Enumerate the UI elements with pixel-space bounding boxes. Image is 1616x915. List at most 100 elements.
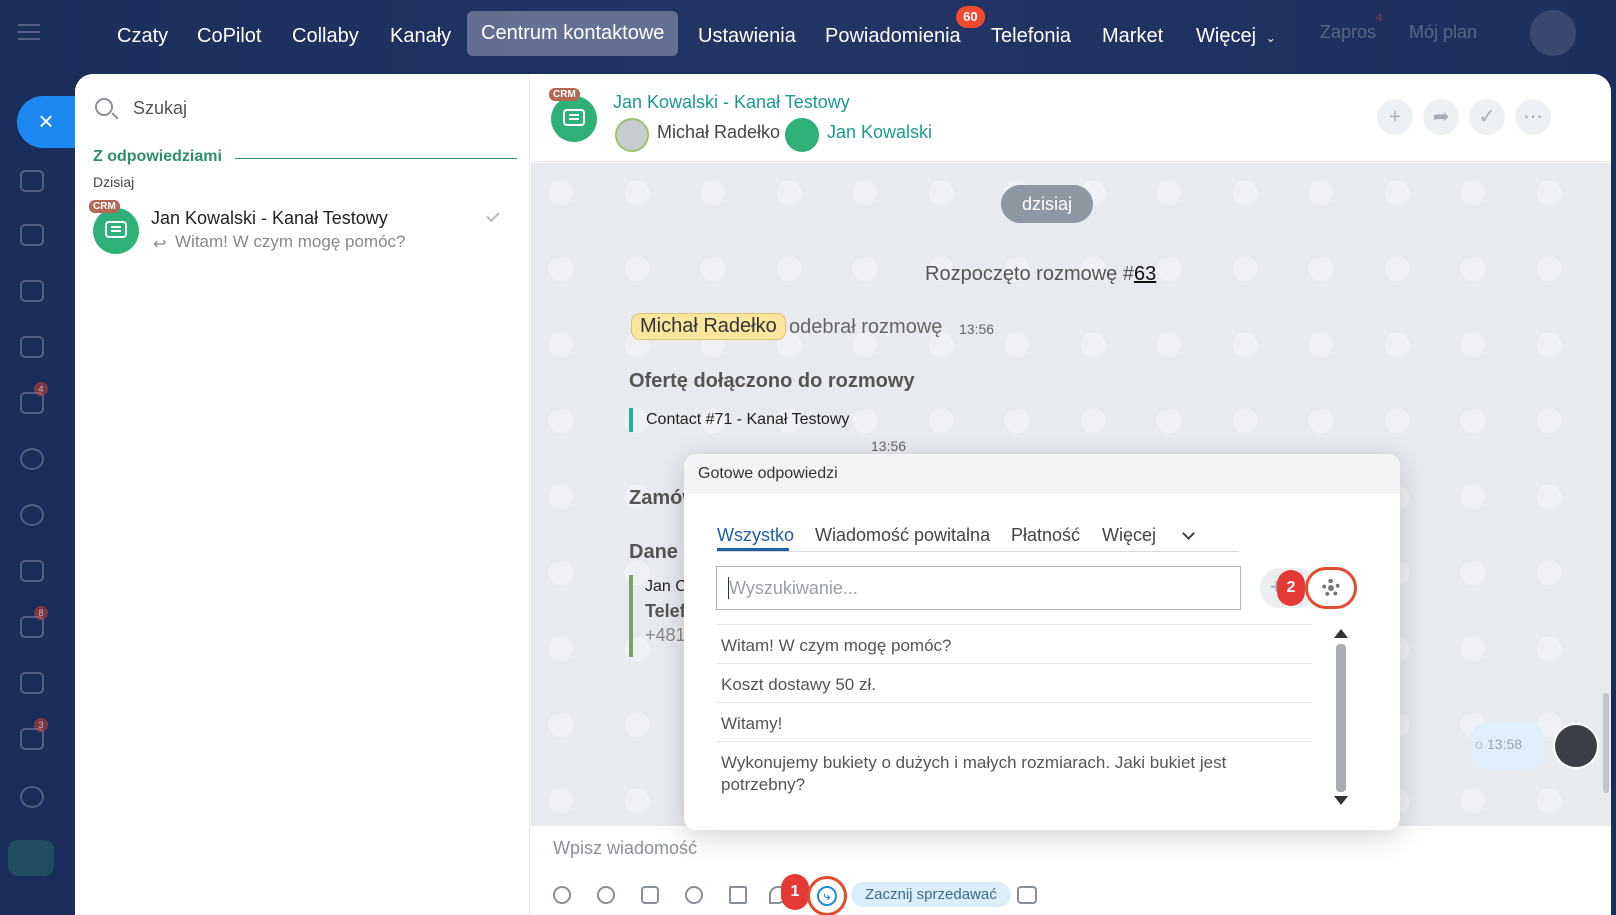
emoji-icon[interactable] bbox=[685, 886, 703, 904]
close-button[interactable]: × bbox=[17, 96, 75, 148]
id-card-badge: 3 bbox=[34, 718, 48, 732]
nav-centrum-kontaktowe[interactable]: Centrum kontaktowe bbox=[467, 11, 679, 56]
attach-icon[interactable] bbox=[553, 886, 571, 904]
scroll-up-arrow[interactable] bbox=[1334, 629, 1348, 638]
nav-telefonia[interactable]: Telefonia bbox=[991, 18, 1071, 54]
invite-badge: 4 bbox=[1376, 12, 1383, 24]
document-icon[interactable] bbox=[20, 336, 44, 358]
offer-title: Ofertę dołączono do rozmowy bbox=[629, 370, 915, 392]
outgoing-message: o 13:58 bbox=[1471, 723, 1543, 769]
gear-icon[interactable] bbox=[20, 786, 44, 808]
popup-header: Gotowe odpowiedzi bbox=[684, 454, 1400, 494]
list-divider bbox=[717, 741, 1312, 742]
chat-search-input[interactable]: Szukaj bbox=[133, 98, 187, 119]
nav-collaby[interactable]: Collaby bbox=[292, 18, 359, 54]
nav-wiecej-label: Więcej bbox=[1196, 25, 1257, 47]
step-badge-1: 1 bbox=[781, 874, 809, 910]
section-title: Z odpowiedziami bbox=[93, 148, 222, 165]
tab-platnosc[interactable]: Płatność bbox=[1011, 525, 1080, 546]
my-plan-link[interactable]: Mój plan bbox=[1409, 22, 1477, 43]
operator-name-chip[interactable]: Michał Radełko bbox=[631, 313, 786, 340]
date-chip: dzisiaj bbox=[1001, 185, 1093, 223]
reply-item[interactable]: Wykonujemy bukiety o dużych i małych roz… bbox=[721, 752, 1281, 796]
board-icon[interactable] bbox=[20, 560, 44, 582]
circle-icon[interactable] bbox=[20, 504, 44, 526]
popup-scrollbar[interactable] bbox=[1336, 644, 1346, 792]
nav-copilot[interactable]: CoPilot bbox=[197, 18, 261, 54]
card-icon[interactable] bbox=[20, 280, 44, 302]
main-card: Szukaj Z odpowiedziami Dzisiaj CRM Jan K… bbox=[75, 74, 1611, 915]
list-divider bbox=[717, 663, 1312, 664]
conversation-number-link[interactable]: 63 bbox=[1134, 263, 1156, 285]
profile-avatar[interactable] bbox=[1530, 10, 1576, 56]
add-user-button[interactable]: + bbox=[1377, 99, 1413, 135]
operator-message-avatar bbox=[1553, 723, 1599, 769]
outgoing-message-text: o bbox=[1475, 736, 1483, 752]
conversation-started: Rozpoczęto rozmowę #63 bbox=[925, 263, 1156, 286]
chat-last-message: Witam! W czym mogę pomóc? bbox=[175, 232, 406, 251]
mail-badge: 4 bbox=[34, 382, 48, 396]
nav-ustawienia[interactable]: Ustawienia bbox=[698, 18, 796, 54]
message-time: 13:58 bbox=[1487, 736, 1523, 752]
calendar-icon[interactable] bbox=[20, 672, 44, 694]
nav-kanaly[interactable]: Kanały bbox=[390, 18, 451, 54]
tasks-icon[interactable] bbox=[20, 224, 44, 246]
lightning-icon: ⤷ bbox=[817, 886, 837, 906]
chevron-down-icon[interactable] bbox=[1182, 527, 1195, 540]
reply-item[interactable]: Koszt dostawy 50 zł. bbox=[721, 674, 1281, 696]
crm-tag: CRM bbox=[549, 88, 580, 101]
nav-czaty[interactable]: Czaty bbox=[117, 18, 168, 54]
popup-title: Gotowe odpowiedzi bbox=[698, 465, 838, 482]
message-time: 13:56 bbox=[871, 438, 907, 454]
screen-icon[interactable] bbox=[1017, 886, 1037, 904]
gear-icon bbox=[1322, 579, 1340, 597]
reply-icon: ↩ bbox=[153, 236, 167, 253]
nav-powiadomienia[interactable]: Powiadomienia 60 bbox=[825, 6, 985, 54]
chat-icon[interactable] bbox=[20, 170, 44, 192]
chat-list-panel: Szukaj Z odpowiedziami Dzisiaj CRM Jan K… bbox=[75, 74, 530, 915]
more-button[interactable]: ⋯ bbox=[1515, 99, 1551, 135]
ready-replies-button[interactable]: ⤷ bbox=[807, 876, 847, 915]
tab-wiadomosc-powitalna[interactable]: Wiadomość powitalna bbox=[815, 525, 990, 546]
tab-wiecej[interactable]: Więcej bbox=[1102, 525, 1156, 546]
tab-wszystko[interactable]: Wszystko bbox=[717, 525, 794, 546]
invite-link[interactable]: Zapros bbox=[1320, 22, 1376, 43]
replies-search-input[interactable]: Wyszukiwanie... bbox=[716, 566, 1241, 610]
list-divider bbox=[717, 702, 1312, 703]
nav-wiecej[interactable]: Więcej ⌄ bbox=[1196, 18, 1276, 54]
reply-item[interactable]: Witam! W czym mogę pomóc? bbox=[721, 635, 1281, 657]
scroll-down-arrow[interactable] bbox=[1334, 796, 1348, 805]
list-icon[interactable] bbox=[729, 886, 747, 904]
nav-market[interactable]: Market bbox=[1102, 18, 1163, 54]
reply-item[interactable]: Witamy! bbox=[721, 713, 1281, 735]
list-divider bbox=[717, 624, 1312, 625]
nav-powiadomienia-label: Powiadomienia bbox=[825, 25, 961, 47]
tabs-divider bbox=[717, 551, 1239, 552]
chat-scrollbar[interactable] bbox=[1603, 693, 1609, 793]
contacts-icon[interactable] bbox=[20, 448, 44, 470]
start-selling-button[interactable]: Zacznij sprzedawać bbox=[851, 882, 1011, 907]
client-avatar bbox=[785, 118, 819, 152]
step-badge-2: 2 bbox=[1277, 570, 1305, 606]
chevron-down-icon: ⌄ bbox=[1265, 31, 1276, 45]
command-icon[interactable] bbox=[641, 886, 659, 904]
chat-header-avatar bbox=[551, 96, 597, 142]
message-input[interactable]: Wpisz wiadomość bbox=[553, 838, 697, 859]
menu-icon[interactable] bbox=[18, 24, 40, 40]
message-time: 13:56 bbox=[959, 321, 995, 337]
forward-button[interactable]: ➦ bbox=[1423, 99, 1459, 135]
chat-header: CRM Jan Kowalski - Kanał Testowy Michał … bbox=[531, 74, 1611, 162]
client-name[interactable]: Jan Kowalski bbox=[827, 122, 932, 143]
chat-avatar bbox=[93, 208, 139, 254]
conversation-started-label: Rozpoczęto rozmowę # bbox=[925, 263, 1134, 285]
operator-name[interactable]: Michał Radełko bbox=[657, 122, 780, 143]
chat-title[interactable]: Jan Kowalski - Kanał Testowy bbox=[613, 92, 850, 113]
rocket-icon[interactable] bbox=[8, 840, 54, 876]
replies-settings-button[interactable] bbox=[1305, 567, 1357, 609]
finish-button[interactable]: ✓ bbox=[1469, 99, 1505, 135]
user-icon[interactable] bbox=[597, 886, 615, 904]
active-tab-underline bbox=[717, 548, 789, 551]
notifications-badge: 60 bbox=[956, 6, 985, 28]
section-subtitle: Dzisiaj bbox=[93, 174, 135, 190]
offer-quote[interactable]: Contact #71 - Kanał Testowy bbox=[629, 408, 849, 432]
